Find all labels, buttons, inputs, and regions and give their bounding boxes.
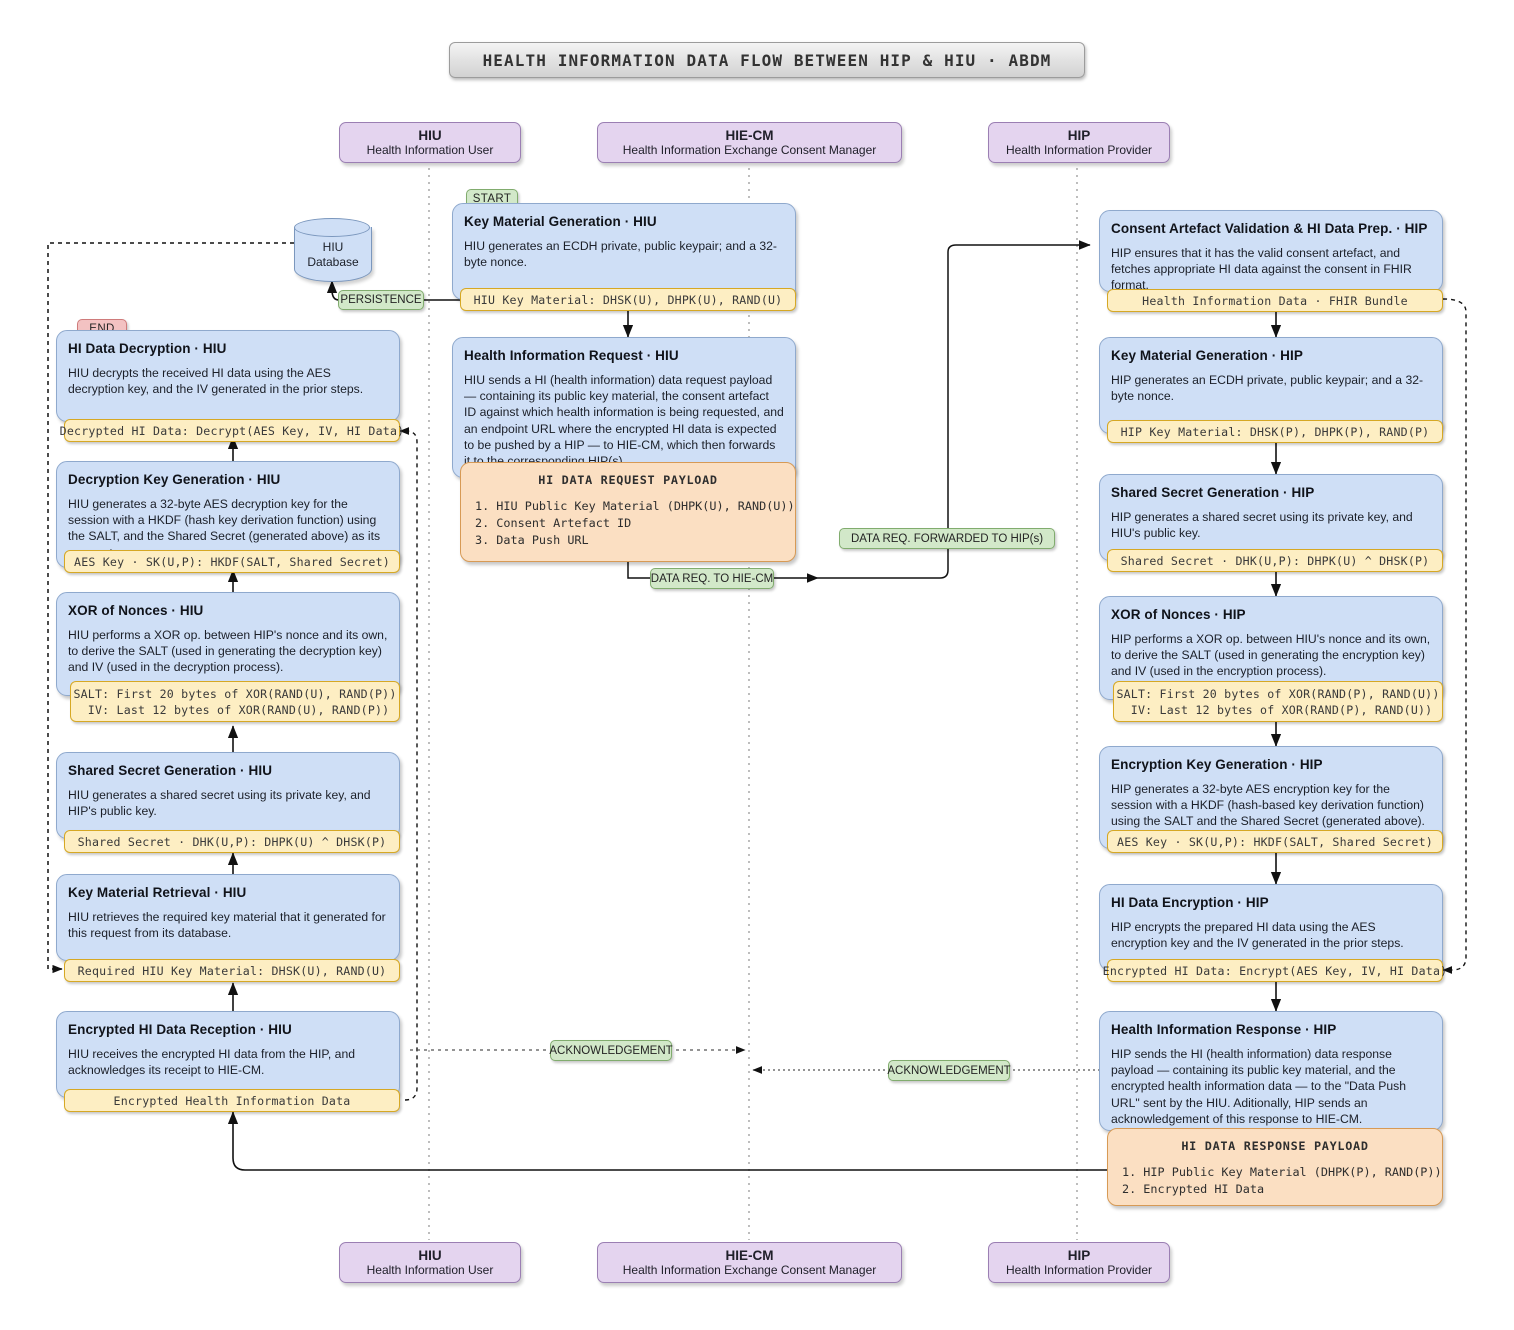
card-title: Health Information Request · HIU bbox=[464, 348, 679, 363]
payload-title: HI DATA REQUEST PAYLOAD bbox=[538, 473, 718, 487]
artifact-hiu-shared-secret: Shared Secret · DHK(U,P): DHPK(U) ^ DHSK… bbox=[64, 830, 400, 853]
payload-item: 1. HIU Public Key Material (DHPK(U), RAN… bbox=[475, 499, 795, 513]
artifact-hip-aes-key: AES Key · SK(U,P): HKDF(SALT, Shared Sec… bbox=[1107, 830, 1443, 853]
database-label-line2: Database bbox=[307, 255, 359, 269]
card-title: Key Material Retrieval · HIU bbox=[68, 885, 247, 900]
hiu-database-cylinder: HIU Database bbox=[294, 218, 372, 290]
participant-abbr: HIP bbox=[1067, 1247, 1091, 1263]
participant-full: Health Information Exchange Consent Mana… bbox=[622, 142, 877, 157]
payload-item: 1. HIP Public Key Material (DHPK(P), RAN… bbox=[1122, 1165, 1442, 1179]
acknowledgement-tag-hip: ACKNOWLEDGEMENT bbox=[887, 1060, 1011, 1081]
card-title: Shared Secret Generation · HIU bbox=[68, 763, 273, 778]
artifact-hip-fhir-bundle: Health Information Data · FHIR Bundle bbox=[1107, 289, 1443, 312]
card-shared-secret-generation-hip: Shared Secret Generation · HIP HIP gener… bbox=[1099, 474, 1443, 561]
participant-abbr: HIU bbox=[418, 1247, 442, 1263]
card-title: Shared Secret Generation · HIP bbox=[1111, 485, 1315, 500]
card-body: HIU retrieves the required key material … bbox=[68, 910, 386, 941]
artifact-hiu-key-material: HIU Key Material: DHSK(U), DHPK(U), RAND… bbox=[460, 288, 796, 311]
card-body: HIU receives the encrypted HI data from … bbox=[68, 1047, 355, 1078]
payload-hi-data-request: HI DATA REQUEST PAYLOAD 1. HIU Public Ke… bbox=[460, 462, 796, 562]
data-req-forwarded-tag: DATA REQ. FORWARDED TO HIP(s) bbox=[839, 528, 1055, 549]
card-body: HIU generates an ECDH private, public ke… bbox=[464, 239, 777, 270]
card-body: HIU sends a HI (health information) data… bbox=[464, 373, 784, 469]
card-title: XOR of Nonces · HIU bbox=[68, 603, 204, 618]
card-title: HI Data Decryption · HIU bbox=[68, 341, 227, 356]
card-title: Consent Artefact Validation & HI Data Pr… bbox=[1111, 221, 1428, 236]
artifact-hip-shared-secret: Shared Secret · DHK(U,P): DHPK(U) ^ DHSK… bbox=[1107, 549, 1443, 572]
card-body: HIU decrypts the received HI data using … bbox=[68, 366, 364, 397]
participant-full: Health Information Provider bbox=[1005, 142, 1153, 157]
participant-hiecm-top: HIE-CM Health Information Exchange Conse… bbox=[597, 122, 902, 163]
card-title: Health Information Response · HIP bbox=[1111, 1022, 1337, 1037]
card-title: Encryption Key Generation · HIP bbox=[1111, 757, 1323, 772]
database-top bbox=[294, 218, 370, 237]
participant-abbr: HIE-CM bbox=[725, 127, 774, 143]
card-health-information-response-hip: Health Information Response · HIP HIP se… bbox=[1099, 1011, 1443, 1131]
participant-hip-top: HIP Health Information Provider bbox=[988, 122, 1170, 163]
database-label: HIU Database bbox=[294, 240, 372, 270]
database-label-line1: HIU bbox=[322, 240, 344, 254]
payload-item: 2. Consent Artefact ID bbox=[475, 516, 632, 530]
card-hi-data-encryption-hip: HI Data Encryption · HIP HIP encrypts th… bbox=[1099, 884, 1443, 971]
participant-full: Health Information User bbox=[366, 142, 494, 157]
artifact-hip-salt-iv: SALT: First 20 bytes of XOR(RAND(P), RAN… bbox=[1113, 681, 1443, 722]
card-key-material-retrieval-hiu: Key Material Retrieval · HIU HIU retriev… bbox=[56, 874, 400, 961]
card-encrypted-hi-data-reception-hiu: Encrypted HI Data Reception · HIU HIU re… bbox=[56, 1011, 400, 1098]
page-title: HEALTH INFORMATION DATA FLOW BETWEEN HIP… bbox=[449, 42, 1085, 78]
card-title: Decryption Key Generation · HIU bbox=[68, 472, 281, 487]
participant-abbr: HIU bbox=[418, 127, 442, 143]
participant-hiu-top: HIU Health Information User bbox=[339, 122, 521, 163]
persistence-tag: PERSISTENCE bbox=[338, 290, 424, 310]
participant-hip-bottom: HIP Health Information Provider bbox=[988, 1242, 1170, 1283]
artifact-encrypted-health-information-data: Encrypted Health Information Data bbox=[64, 1089, 400, 1112]
card-body: HIU generates a shared secret using its … bbox=[68, 788, 371, 819]
payload-item: 3. Data Push URL bbox=[475, 533, 589, 547]
card-hi-data-decryption-hiu: HI Data Decryption · HIU HIU decrypts th… bbox=[56, 330, 400, 422]
acknowledgement-tag-hiu: ACKNOWLEDGEMENT bbox=[549, 1040, 673, 1061]
card-body: HIP ensures that it has the valid consen… bbox=[1111, 246, 1412, 293]
participant-full: Health Information Exchange Consent Mana… bbox=[622, 1262, 877, 1277]
participant-hiecm-bottom: HIE-CM Health Information Exchange Conse… bbox=[597, 1242, 902, 1283]
artifact-hip-key-material: HIP Key Material: DHSK(P), DHPK(P), RAND… bbox=[1107, 420, 1443, 443]
card-title: Key Material Generation · HIP bbox=[1111, 348, 1303, 363]
card-body: HIU performs a XOR op. between HIP's non… bbox=[68, 628, 388, 675]
participant-hiu-bottom: HIU Health Information User bbox=[339, 1242, 521, 1283]
card-body: HIP generates a 32-byte AES encryption k… bbox=[1111, 782, 1425, 829]
participant-abbr: HIP bbox=[1067, 127, 1091, 143]
card-title: Key Material Generation · HIU bbox=[464, 214, 657, 229]
card-body: HIP generates an ECDH private, public ke… bbox=[1111, 373, 1424, 404]
card-body: HIP performs a XOR op. between HIU's non… bbox=[1111, 632, 1431, 679]
payload-title: HI DATA RESPONSE PAYLOAD bbox=[1181, 1139, 1369, 1153]
card-title: XOR of Nonces · HIP bbox=[1111, 607, 1246, 622]
payload-item: 2. Encrypted HI Data bbox=[1122, 1182, 1265, 1196]
payload-hi-data-response: HI DATA RESPONSE PAYLOAD 1. HIP Public K… bbox=[1107, 1128, 1443, 1206]
participant-full: Health Information User bbox=[366, 1262, 494, 1277]
artifact-required-hiu-key-material: Required HIU Key Material: DHSK(U), RAND… bbox=[64, 959, 400, 982]
card-key-material-generation-hiu: Key Material Generation · HIU HIU genera… bbox=[452, 203, 796, 300]
artifact-encrypted-hi-data: Encrypted HI Data: Encrypt(AES Key, IV, … bbox=[1103, 959, 1447, 982]
card-body: HIP sends the HI (health information) da… bbox=[1111, 1047, 1406, 1126]
artifact-decrypted-hi-data: Decrypted HI Data: Decrypt(AES Key, IV, … bbox=[60, 419, 404, 442]
card-body: HIP encrypts the prepared HI data using … bbox=[1111, 920, 1404, 951]
card-title: HI Data Encryption · HIP bbox=[1111, 895, 1269, 910]
artifact-hiu-aes-key: AES Key · SK(U,P): HKDF(SALT, Shared Sec… bbox=[64, 550, 400, 573]
card-consent-artefact-validation-hip: Consent Artefact Validation & HI Data Pr… bbox=[1099, 210, 1443, 292]
card-title: Encrypted HI Data Reception · HIU bbox=[68, 1022, 292, 1037]
card-health-information-request-hiu: Health Information Request · HIU HIU sen… bbox=[452, 337, 796, 478]
card-shared-secret-generation-hiu: Shared Secret Generation · HIU HIU gener… bbox=[56, 752, 400, 839]
card-body: HIP generates a shared secret using its … bbox=[1111, 510, 1413, 541]
artifact-hiu-salt-iv: SALT: First 20 bytes of XOR(RAND(U), RAN… bbox=[70, 681, 400, 722]
participant-abbr: HIE-CM bbox=[725, 1247, 774, 1263]
participant-full: Health Information Provider bbox=[1005, 1262, 1153, 1277]
data-req-to-hiecm-tag: DATA REQ. TO HIE-CM bbox=[650, 568, 774, 589]
